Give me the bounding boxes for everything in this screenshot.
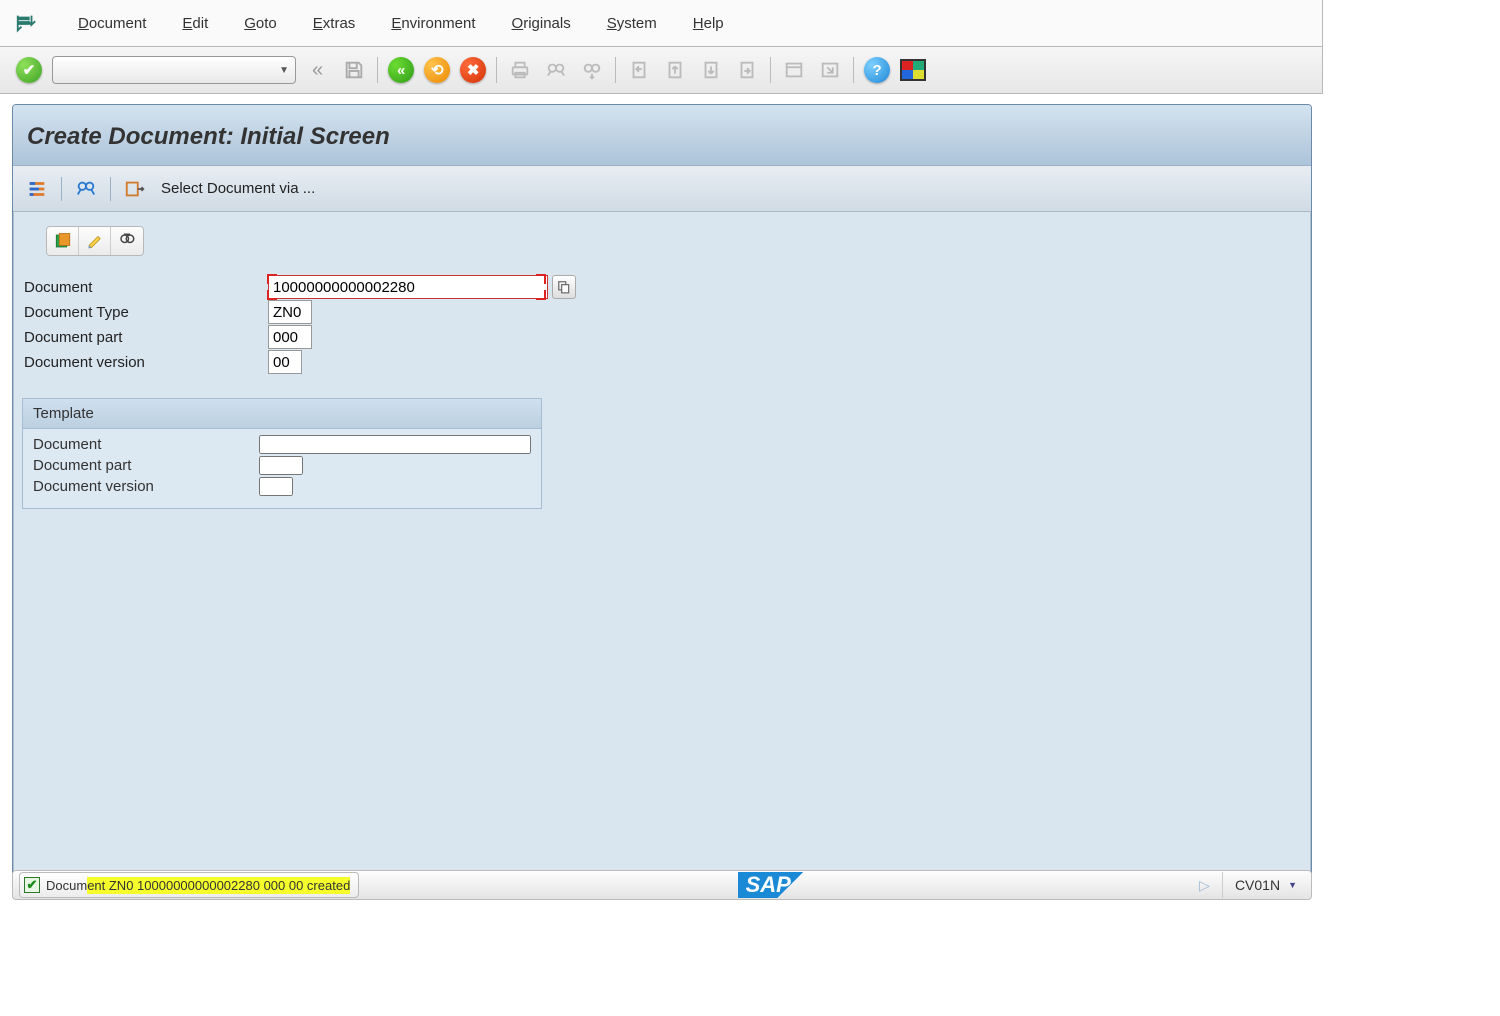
template-document-part-input[interactable] — [259, 456, 303, 475]
menu-goto[interactable]: Goto — [226, 9, 295, 38]
menu-environment[interactable]: Environment — [373, 9, 493, 38]
row-template-document: Document — [29, 435, 535, 454]
menu-system[interactable]: System — [589, 9, 675, 38]
row-template-document-part: Document part — [29, 456, 535, 475]
label-template-document-version: Document version — [29, 478, 259, 495]
label-document: Document — [22, 279, 268, 296]
command-field[interactable]: ▼ — [52, 56, 296, 84]
document-version-input[interactable] — [268, 350, 302, 374]
create-view-icon[interactable] — [47, 227, 79, 255]
find-document-icon[interactable] — [72, 175, 100, 203]
find-next-button — [577, 55, 607, 85]
session-info-icon[interactable]: ▷ — [1199, 877, 1210, 894]
template-header: Template — [23, 399, 541, 429]
view-mode-toolbar — [46, 226, 144, 256]
save-button[interactable] — [339, 55, 369, 85]
row-document-part: Document part — [22, 325, 1304, 349]
row-document-type: Document Type — [22, 300, 1304, 324]
status-left: ✔ Document ZN0 10000000000002280 000 00 … — [19, 872, 359, 898]
template-body: Document Document part Document version — [23, 429, 541, 508]
required-marker-icon — [267, 290, 277, 300]
content-container: Create Document: Initial Screen Select D… — [12, 104, 1312, 873]
separator — [853, 57, 854, 83]
success-icon: ✔ — [24, 877, 40, 893]
document-type-input[interactable] — [268, 300, 312, 324]
page-title: Create Document: Initial Screen — [13, 105, 1311, 166]
back-button[interactable]: « — [386, 55, 416, 85]
template-groupbox: Template Document Document part Document… — [22, 398, 542, 509]
recall-icon[interactable]: « — [308, 59, 333, 82]
new-session-button — [779, 55, 809, 85]
separator — [377, 57, 378, 83]
label-document-type: Document Type — [22, 304, 268, 321]
separator — [496, 57, 497, 83]
required-marker-icon — [536, 274, 546, 284]
template-document-version-input[interactable] — [259, 477, 293, 496]
page-up-button — [660, 55, 690, 85]
tcode-indicator[interactable]: CV01N▼ — [1222, 872, 1297, 898]
label-document-version: Document version — [22, 354, 268, 371]
required-marker-icon — [267, 274, 277, 284]
page-down-button — [696, 55, 726, 85]
select-document-via-button[interactable]: Select Document via ... — [157, 180, 315, 197]
separator — [110, 177, 111, 201]
select-document-icon[interactable] — [121, 175, 149, 203]
classification-icon[interactable] — [23, 175, 51, 203]
status-message: Document ZN0 10000000000002280 000 00 cr… — [46, 878, 350, 893]
first-page-button — [624, 55, 654, 85]
label-template-document: Document — [29, 436, 259, 453]
help-button[interactable]: ? — [862, 55, 892, 85]
label-template-document-part: Document part — [29, 457, 259, 474]
find-button — [541, 55, 571, 85]
exit-button[interactable]: ⟲ — [422, 55, 452, 85]
document-part-input[interactable] — [268, 325, 312, 349]
body-area: Document Document Type Document part — [13, 212, 1311, 872]
row-document-version: Document version — [22, 350, 1304, 374]
menu-help[interactable]: Help — [675, 9, 742, 38]
display-view-icon[interactable] — [111, 227, 143, 255]
menu-document[interactable]: Document — [60, 9, 164, 38]
menu-originals[interactable]: Originals — [494, 9, 589, 38]
menu-edit[interactable]: Edit — [164, 9, 226, 38]
menu-extras[interactable]: Extras — [295, 9, 374, 38]
status-bar: ✔ Document ZN0 10000000000002280 000 00 … — [12, 870, 1312, 900]
last-page-button — [732, 55, 762, 85]
template-document-input[interactable] — [259, 435, 531, 454]
application-toolbar: Select Document via ... — [13, 166, 1311, 212]
separator — [615, 57, 616, 83]
required-marker-icon — [536, 290, 546, 300]
menu-bar: Document Edit Goto Extras Environment Or… — [0, 0, 1323, 47]
print-button — [505, 55, 535, 85]
separator — [770, 57, 771, 83]
change-view-icon[interactable] — [79, 227, 111, 255]
standard-toolbar: ✔ ▼ « « ⟲ ✖ ? — [0, 47, 1323, 94]
status-right: ▷ CV01N▼ — [1199, 872, 1305, 898]
status-message-chip[interactable]: ✔ Document ZN0 10000000000002280 000 00 … — [19, 872, 359, 898]
separator — [61, 177, 62, 201]
enter-button[interactable]: ✔ — [14, 55, 44, 85]
sap-logo: SAP — [738, 872, 821, 898]
row-template-document-version: Document version — [29, 477, 535, 496]
label-document-part: Document part — [22, 329, 268, 346]
cancel-button[interactable]: ✖ — [458, 55, 488, 85]
layout-button[interactable] — [898, 55, 928, 85]
shortcut-button — [815, 55, 845, 85]
row-document: Document — [22, 275, 1304, 299]
document-input[interactable] — [268, 275, 548, 299]
menu-command-icon[interactable] — [12, 9, 40, 37]
document-search-help-button[interactable] — [552, 275, 576, 299]
